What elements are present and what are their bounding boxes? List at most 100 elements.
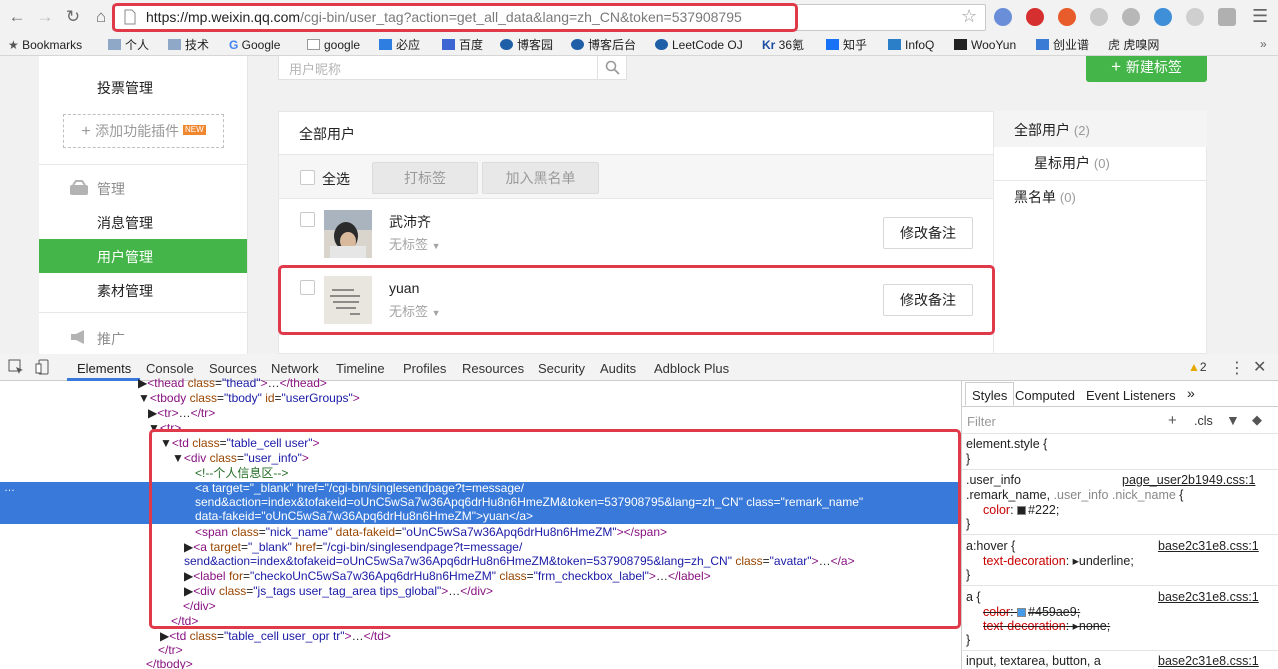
dom-node-close-tr[interactable]: </tr> — [158, 643, 183, 658]
close-icon[interactable]: ✕ — [1253, 357, 1266, 377]
bookmark-item[interactable]: 博客园 — [500, 38, 553, 53]
toggle-element-state-icon[interactable]: ◆ — [1252, 412, 1262, 428]
divider — [962, 534, 1278, 535]
select-all-checkbox[interactable] — [300, 170, 315, 185]
ellipsis-icon[interactable]: … — [4, 482, 15, 494]
tab-timeline[interactable]: Timeline — [336, 361, 385, 376]
bookmark-item[interactable]: InfoQ — [888, 38, 934, 53]
css-selector[interactable]: .user_info — [966, 473, 1021, 488]
group-starred[interactable]: 星标用户 (0) — [1034, 153, 1110, 173]
css-source-link[interactable]: page_user2b1949.css:1 — [1122, 473, 1255, 488]
search-icon[interactable] — [605, 60, 620, 75]
panel-header: 全部用户 — [278, 111, 994, 155]
bookmark-item[interactable]: LeetCode OJ — [655, 38, 743, 53]
more-bookmarks-icon[interactable]: » — [1260, 37, 1267, 51]
shield-icon[interactable] — [1218, 8, 1236, 26]
tab-profiles[interactable]: Profiles — [403, 361, 446, 376]
blacklist-button[interactable]: 加入黑名单 — [482, 162, 599, 194]
new-tag-button[interactable]: + 新建标签 — [1086, 56, 1207, 82]
avatar[interactable] — [324, 210, 372, 258]
pin-icon[interactable]: ▼ — [1226, 412, 1240, 428]
bookmark-item[interactable]: 必应 — [379, 38, 420, 53]
bookmark-item[interactable]: 百度 — [442, 38, 483, 53]
back-arrow-icon[interactable]: ← — [6, 6, 28, 28]
css-declaration[interactable]: color: #222; — [983, 503, 1059, 518]
home-icon[interactable]: ⌂ — [90, 6, 112, 28]
menu-icon[interactable]: ☰ — [1252, 6, 1268, 27]
extension-icon[interactable] — [1186, 8, 1204, 26]
group-blacklist[interactable]: 黑名单 (0) — [1014, 187, 1076, 207]
css-declaration-overridden[interactable]: color: #459ae9; — [983, 605, 1080, 620]
bookmark-folder[interactable]: 个人 — [108, 38, 149, 53]
css-declaration[interactable]: text-decoration: ▸underline; — [983, 554, 1134, 569]
tab-elements[interactable]: Elements — [77, 361, 131, 376]
star-icon[interactable]: ☆ — [961, 6, 977, 27]
tab-event-listeners[interactable]: Event Listeners — [1086, 388, 1176, 403]
warning-counter[interactable]: ▲2 — [1188, 360, 1207, 374]
sidebar-item-materials[interactable]: 素材管理 — [97, 281, 153, 301]
tab-console[interactable]: Console — [146, 361, 194, 376]
dom-node-td-opr[interactable]: ▶<td class="table_cell user_opr tr">…</t… — [160, 629, 391, 644]
css-source-link[interactable]: base2c31e8.css:1 — [1158, 654, 1259, 669]
tab-sources[interactable]: Sources — [209, 361, 257, 376]
dom-node-tr[interactable]: ▶<tr>…</tr> — [148, 406, 215, 421]
tab-adblock-plus[interactable]: Adblock Plus — [654, 361, 729, 376]
more-options-icon[interactable]: ⋮ — [1229, 358, 1245, 378]
add-plugin-button[interactable]: + 添加功能插件 NEW — [63, 114, 224, 148]
tab-audits[interactable]: Audits — [600, 361, 636, 376]
user-name[interactable]: 武沛齐 — [389, 212, 431, 232]
sidebar-item-users[interactable]: 用户管理 — [97, 247, 153, 267]
dom-node-tbody[interactable]: ▼<tbody class="tbody" id="userGroups"> — [138, 391, 360, 406]
more-tabs-icon[interactable]: » — [1187, 385, 1195, 401]
cls-toggle[interactable]: .cls — [1194, 414, 1213, 428]
extension-icon[interactable] — [1058, 8, 1076, 26]
css-source-link[interactable]: base2c31e8.css:1 — [1158, 539, 1259, 554]
extension-icon[interactable] — [1154, 8, 1172, 26]
user-tag-dropdown[interactable]: 无标签 ▼ — [389, 234, 441, 253]
extension-icon[interactable] — [1090, 8, 1108, 26]
tab-security[interactable]: Security — [538, 361, 585, 376]
megaphone-icon — [69, 329, 89, 348]
css-source-link[interactable]: base2c31e8.css:1 — [1158, 590, 1259, 605]
css-selector-line2[interactable]: .remark_name, .user_info .nick_name { — [966, 488, 1183, 503]
select-all-label[interactable]: 全选 — [322, 169, 350, 189]
search-input[interactable]: 用户昵称 — [278, 56, 627, 80]
bookmark-item[interactable]: 博客后台 — [571, 38, 636, 53]
bookmark-item[interactable]: Kr 36氪 — [762, 38, 804, 53]
tab-styles[interactable]: Styles — [965, 382, 1015, 406]
dom-node-close-tbody[interactable]: </tbody> — [146, 657, 193, 669]
bookmark-item[interactable]: google — [307, 38, 360, 53]
sidebar-item-vote[interactable]: 投票管理 — [97, 78, 153, 98]
tag-button[interactable]: 打标签 — [372, 162, 478, 194]
css-selector[interactable]: input, textarea, button, a — [966, 654, 1101, 669]
device-mode-icon[interactable] — [35, 359, 51, 378]
bookmark-item[interactable]: 知乎 — [826, 38, 867, 53]
tab-network[interactable]: Network — [271, 361, 319, 376]
css-selector[interactable]: a:hover { — [966, 539, 1015, 554]
css-declaration-overridden[interactable]: text-decoration: ▸none; — [983, 619, 1110, 634]
forward-arrow-icon[interactable]: → — [34, 6, 56, 28]
extension-icon[interactable] — [994, 8, 1012, 26]
css-rule-element-style[interactable]: element.style { — [966, 437, 1047, 452]
bookmark-folder[interactable]: 技术 — [168, 38, 209, 53]
bookmark-item[interactable]: 创业谱 — [1036, 38, 1089, 53]
css-selector[interactable]: a { — [966, 590, 981, 605]
group-all-users[interactable]: 全部用户 (2) — [1014, 120, 1090, 140]
bookmark-item[interactable]: 虎 虎嗅网 — [1108, 38, 1159, 53]
dom-node-thead[interactable]: ▶<thead class="thead">…</thead> — [138, 376, 327, 391]
edit-remark-button[interactable]: 修改备注 — [883, 217, 973, 249]
reload-icon[interactable]: ↻ — [62, 6, 84, 28]
styles-filter-input[interactable]: Filter — [967, 414, 996, 429]
user-checkbox[interactable] — [300, 212, 315, 227]
tab-computed[interactable]: Computed — [1015, 388, 1075, 403]
add-rule-icon[interactable]: + — [1168, 412, 1177, 429]
sidebar-section-manage: 管理 — [97, 181, 125, 197]
bookmark-item[interactable]: G Google — [229, 38, 280, 53]
sidebar-item-messages[interactable]: 消息管理 — [97, 213, 153, 233]
bookmark-item[interactable]: ★ Bookmarks — [8, 38, 82, 53]
adblock-icon[interactable] — [1026, 8, 1044, 26]
tab-resources[interactable]: Resources — [462, 361, 524, 376]
bookmark-item[interactable]: WooYun — [954, 38, 1016, 53]
extension-icon[interactable] — [1122, 8, 1140, 26]
inspect-icon[interactable] — [8, 359, 24, 378]
